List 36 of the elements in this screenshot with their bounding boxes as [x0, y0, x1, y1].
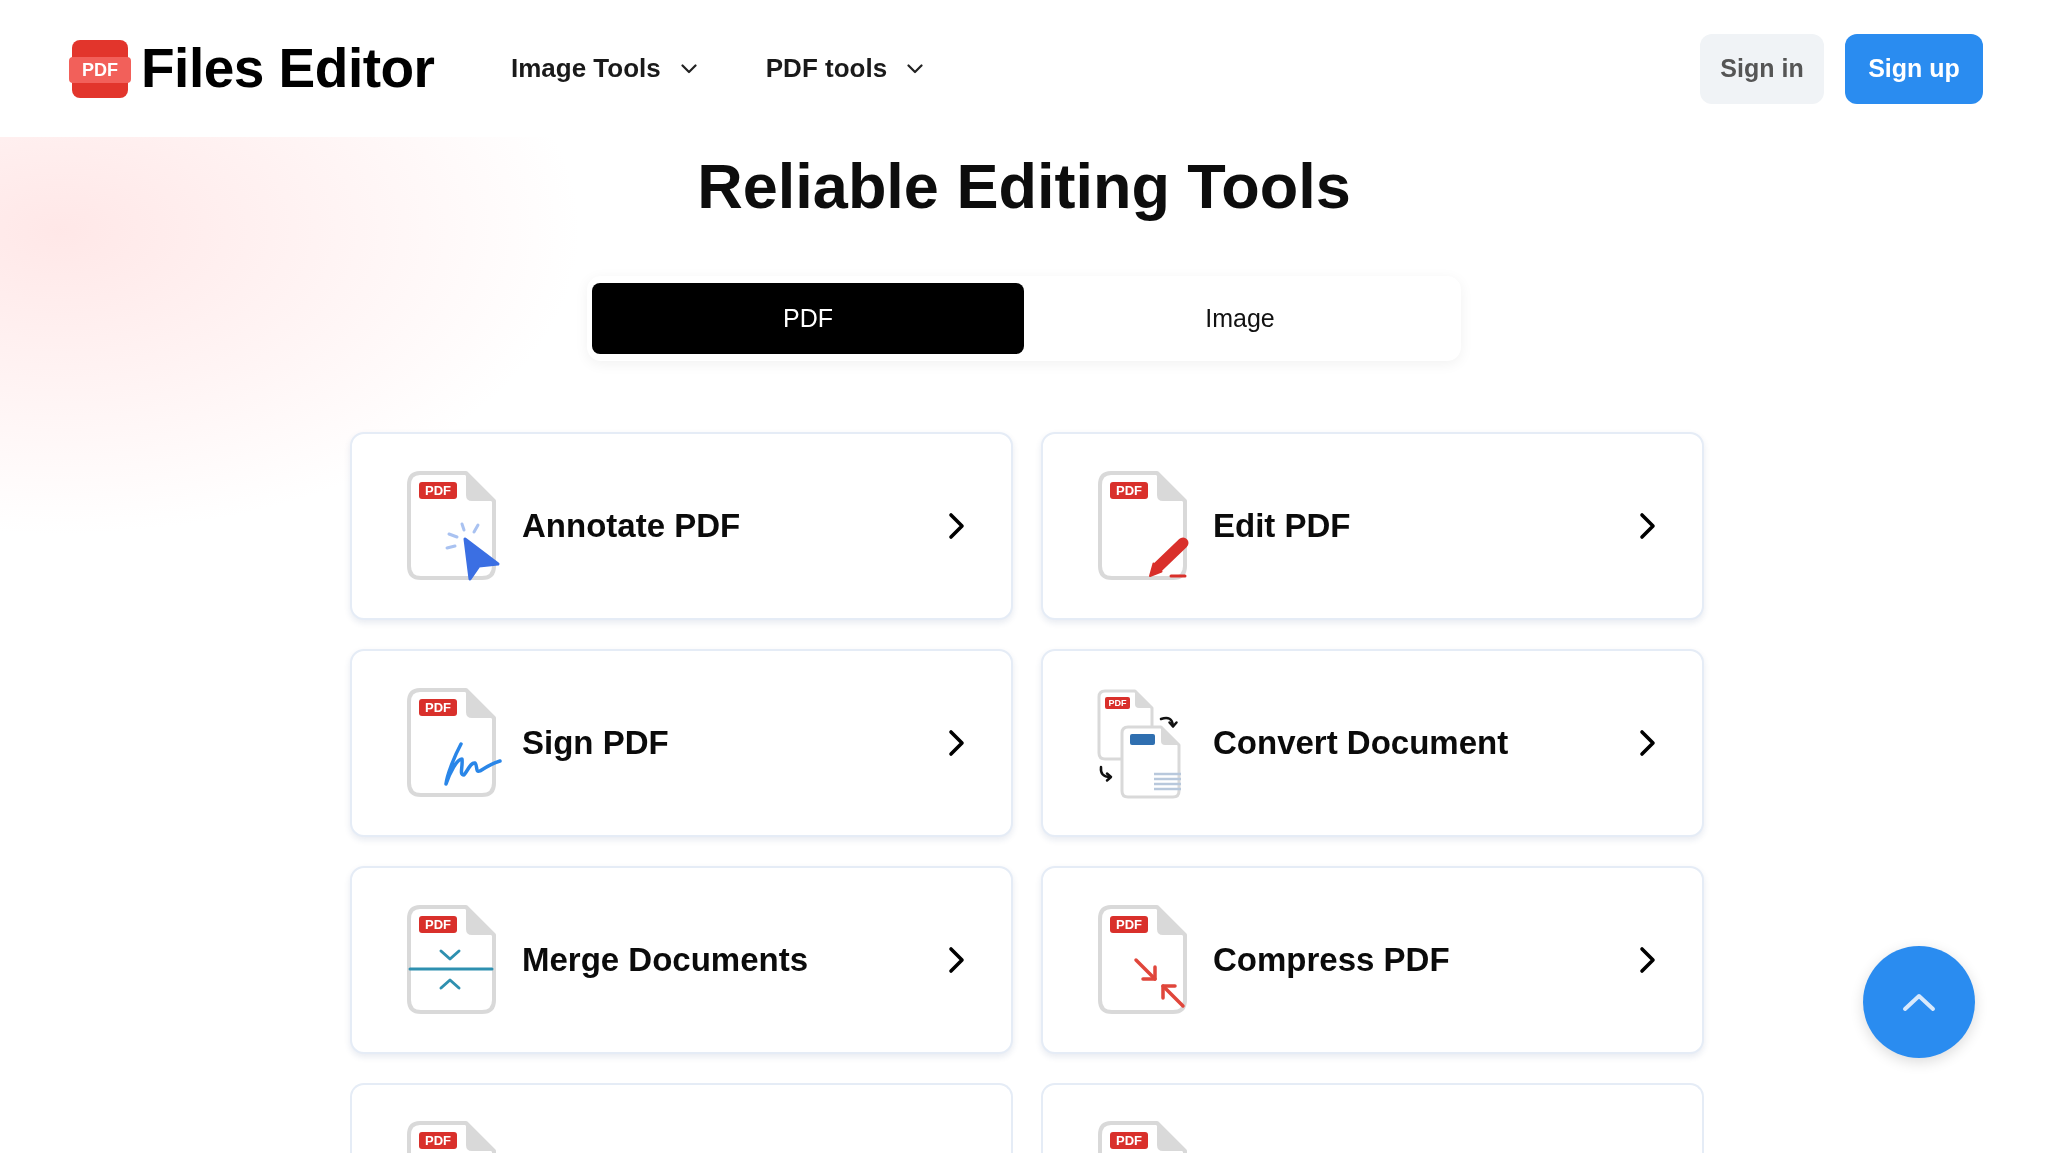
chevron-right-icon	[947, 946, 965, 974]
brand-name: Files Editor	[141, 41, 435, 96]
nav-dropdown-button[interactable]: PDF tools	[765, 53, 924, 84]
page-heading: Reliable Editing Tools	[697, 150, 1351, 223]
tool-card[interactable]: PDF Edit PDF	[1041, 432, 1704, 620]
chevron-right-icon	[947, 512, 965, 540]
file-type-badge: PDF	[1110, 916, 1148, 933]
tool-card[interactable]: PDF Convert Document	[1041, 649, 1704, 837]
tool-card[interactable]: PDF Merge Documents	[350, 866, 1013, 1054]
sign-in-button[interactable]: Sign in	[1700, 33, 1824, 104]
file-type-badge: PDF	[1110, 482, 1148, 499]
file-type-badge: PDF	[1110, 1132, 1148, 1149]
file-type-badge: PDF	[1105, 697, 1130, 709]
tool-card[interactable]: PDF Compress PDF	[1041, 866, 1704, 1054]
chevron-right-icon	[1638, 946, 1656, 974]
file-type-badge: PDF	[419, 699, 457, 716]
chevron-right-icon	[1638, 512, 1656, 540]
cursor-document-icon	[406, 470, 502, 582]
tool-card[interactable]: PDF	[350, 1083, 1013, 1153]
tool-card[interactable]: PDF	[1041, 1083, 1704, 1153]
chevron-right-icon	[1638, 729, 1656, 757]
tab[interactable]: PDF	[592, 283, 1024, 354]
file-type-badge: PDF	[419, 482, 457, 499]
chevron-down-icon	[907, 63, 924, 74]
tool-card[interactable]: PDF Sign PDF	[350, 649, 1013, 837]
file-type-badge: PDF	[419, 916, 457, 933]
tool-card[interactable]: PDF Annotate PDF	[350, 432, 1013, 620]
signature-document-icon	[406, 687, 502, 799]
logo-badge-text: PDF	[81, 58, 119, 82]
chevron-right-icon	[947, 729, 965, 757]
logo-icon	[69, 39, 131, 98]
tab[interactable]: Image	[1024, 283, 1456, 354]
file-type-badge: PDF	[419, 1132, 457, 1149]
chevron-up-icon	[1902, 992, 1936, 1012]
nav-dropdown-button[interactable]: Image Tools	[511, 53, 697, 84]
chevron-down-icon	[680, 63, 697, 74]
